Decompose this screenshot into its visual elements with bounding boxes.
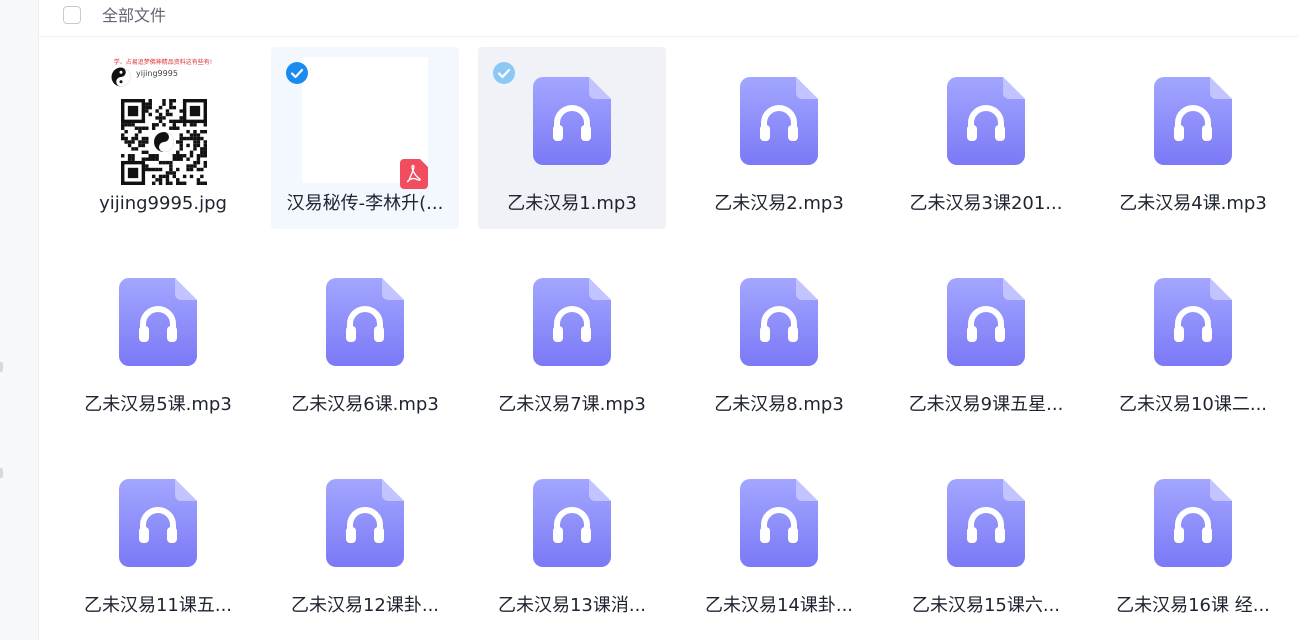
file-tile[interactable]: 乙未汉易3课201... xyxy=(892,47,1080,229)
audio-file-icon xyxy=(947,479,1025,567)
select-check-icon[interactable] xyxy=(285,61,309,85)
file-tile[interactable]: 乙未汉易8.mp3 xyxy=(685,248,873,430)
file-name: 乙未汉易9课五星... xyxy=(908,394,1064,415)
file-tile[interactable]: 乙未汉易13课消... xyxy=(478,449,666,631)
select-check-icon[interactable] xyxy=(492,61,516,85)
audio-file-icon xyxy=(740,77,818,165)
thumbnail-tagline: 学、占易追梦佛神精品资料这有些有! xyxy=(113,59,213,66)
audio-file-icon xyxy=(1154,278,1232,366)
file-name: 乙未汉易13课消... xyxy=(497,595,647,616)
file-name: 乙未汉易11课五... xyxy=(83,595,233,616)
file-name: 乙未汉易16课 经... xyxy=(1116,595,1270,616)
file-tile[interactable]: 乙未汉易12课卦... xyxy=(271,449,459,631)
yinyang-icon xyxy=(111,67,131,87)
file-tile[interactable]: 乙未汉易10课二... xyxy=(1099,248,1287,430)
audio-file-icon xyxy=(119,479,197,567)
file-name: 乙未汉易2.mp3 xyxy=(714,193,844,214)
file-name: 乙未汉易6课.mp3 xyxy=(291,394,439,415)
thumbnail-username: yijing9995 xyxy=(136,69,178,78)
qr-code-image xyxy=(121,99,207,185)
audio-file-icon xyxy=(533,77,611,165)
file-name: 乙未汉易7课.mp3 xyxy=(498,394,646,415)
audio-file-icon xyxy=(533,479,611,567)
file-name: 乙未汉易3课201... xyxy=(909,193,1063,214)
file-tile[interactable]: 乙未汉易2.mp3 xyxy=(685,47,873,229)
audio-file-icon xyxy=(740,479,818,567)
audio-file-icon xyxy=(326,278,404,366)
file-tile[interactable]: 乙未汉易14课卦... xyxy=(685,449,873,631)
file-name: 乙未汉易8.mp3 xyxy=(714,394,844,415)
audio-file-icon xyxy=(947,77,1025,165)
audio-file-icon xyxy=(326,479,404,567)
pdf-icon xyxy=(400,159,428,189)
file-tile[interactable]: 乙未汉易4课.mp3 xyxy=(1099,47,1287,229)
file-name: 乙未汉易12课卦... xyxy=(290,595,440,616)
pdf-thumbnail xyxy=(302,57,428,189)
file-tile[interactable]: 乙未汉易15课六... xyxy=(892,449,1080,631)
image-thumbnail: 学、占易追梦佛神精品资料这有些有! yijing9995 xyxy=(103,55,223,195)
file-tile[interactable]: 汉易秘传-李林升(... xyxy=(271,47,459,229)
file-name: 乙未汉易10课二... xyxy=(1118,394,1268,415)
file-tile[interactable]: 乙未汉易11课五... xyxy=(64,449,252,631)
file-name: 乙未汉易5课.mp3 xyxy=(84,394,232,415)
file-tile[interactable]: 乙未汉易9课五星... xyxy=(892,248,1080,430)
file-name: yijing9995.jpg xyxy=(99,193,227,214)
file-grid: 学、占易追梦佛神精品资料这有些有! yijing9995 yijing9995.… xyxy=(0,0,1298,640)
file-name: 乙未汉易15课六... xyxy=(911,595,1061,616)
file-name: 乙未汉易14课卦... xyxy=(704,595,854,616)
audio-file-icon xyxy=(740,278,818,366)
file-name: 汉易秘传-李林升(... xyxy=(286,193,444,214)
file-tile[interactable]: 乙未汉易7课.mp3 xyxy=(478,248,666,430)
file-name: 乙未汉易1.mp3 xyxy=(507,193,637,214)
audio-file-icon xyxy=(1154,479,1232,567)
file-tile[interactable]: 学、占易追梦佛神精品资料这有些有! yijing9995 yijing9995.… xyxy=(69,47,257,229)
file-tile[interactable]: 乙未汉易5课.mp3 xyxy=(64,248,252,430)
file-tile[interactable]: 乙未汉易6课.mp3 xyxy=(271,248,459,430)
file-name: 乙未汉易4课.mp3 xyxy=(1119,193,1267,214)
audio-file-icon xyxy=(533,278,611,366)
file-tile[interactable]: 乙未汉易16课 经... xyxy=(1099,449,1287,631)
audio-file-icon xyxy=(119,278,197,366)
file-tile[interactable]: 乙未汉易1.mp3 xyxy=(478,47,666,229)
audio-file-icon xyxy=(947,278,1025,366)
audio-file-icon xyxy=(1154,77,1232,165)
